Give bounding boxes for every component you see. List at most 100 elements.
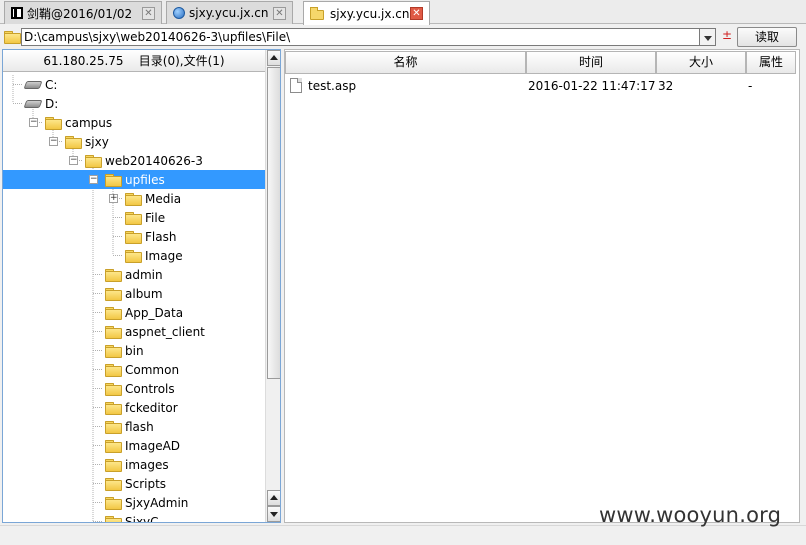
- table-row[interactable]: test.asp 2016-01-22 11:47:17 32 -: [286, 76, 796, 96]
- tab-label: sjxy.ycu.jx.cn: [189, 6, 269, 20]
- file-size: 32: [658, 79, 674, 93]
- tree-node-label: admin: [125, 267, 163, 282]
- tree-node-label: File: [145, 210, 166, 225]
- folder-icon: [125, 249, 142, 263]
- folder-icon: [105, 173, 122, 187]
- path-dropdown-button[interactable]: [700, 28, 716, 46]
- tree-node-label: C:: [45, 77, 58, 92]
- tree-node[interactable]: aspnet_client: [3, 322, 265, 341]
- folder-icon: [105, 363, 122, 377]
- folder-icon: [105, 382, 122, 396]
- tab-site-1[interactable]: sjxy.ycu.jx.cn ✕: [166, 1, 293, 24]
- tree-node-label: campus: [65, 115, 113, 130]
- tree-node[interactable]: ImageAD: [3, 436, 265, 455]
- close-icon[interactable]: ✕: [410, 7, 423, 20]
- drive-icon: [23, 80, 43, 89]
- tree-node-label: images: [125, 457, 169, 472]
- tree-node-label: album: [125, 286, 163, 301]
- column-name[interactable]: 名称: [285, 51, 526, 74]
- globe-icon: [173, 7, 185, 19]
- tree-node[interactable]: campus: [3, 113, 265, 132]
- folder-icon: [105, 325, 122, 339]
- window-icon: [11, 7, 23, 19]
- folder-icon: [105, 458, 122, 472]
- folder-icon: [65, 135, 82, 149]
- tree-node-label: D:: [45, 96, 59, 111]
- tree-node[interactable]: upfiles: [3, 170, 265, 189]
- tree-node[interactable]: Controls: [3, 379, 265, 398]
- tree-node[interactable]: fckeditor: [3, 398, 265, 417]
- tree-node-label: ImageAD: [125, 438, 181, 453]
- directory-tree: C: D: campus − sjxy − web20140626-3− upfiles − Me…: [3, 75, 265, 523]
- folder-icon: [125, 211, 142, 225]
- tree-node[interactable]: SjxyAdmin: [3, 493, 265, 512]
- tree-node[interactable]: File: [3, 208, 265, 227]
- tree-node-label: flash: [125, 419, 154, 434]
- tree-node[interactable]: sjxy: [3, 132, 265, 151]
- tree-node[interactable]: admin: [3, 265, 265, 284]
- tree-node-label: aspnet_client: [125, 324, 205, 339]
- tree-node[interactable]: D:: [3, 94, 265, 113]
- tree-node[interactable]: Flash: [3, 227, 265, 246]
- expand-icon[interactable]: +: [109, 194, 118, 203]
- toggle-plus-minus[interactable]: ±: [722, 28, 732, 42]
- tab-bar: 剑鞘@2016/01/02 ✕ sjxy.ycu.jx.cn ✕ sjxy.yc…: [0, 0, 806, 25]
- column-time[interactable]: 时间: [526, 51, 656, 74]
- folder-icon: [105, 496, 122, 510]
- tree-node[interactable]: Common: [3, 360, 265, 379]
- tab-webshell-note[interactable]: 剑鞘@2016/01/02 ✕: [4, 1, 162, 24]
- tree-scrollbar[interactable]: [265, 50, 280, 522]
- scroll-up-button[interactable]: [267, 490, 280, 506]
- tree-node-label: fckeditor: [125, 400, 178, 415]
- collapse-icon[interactable]: −: [89, 175, 98, 184]
- scroll-thumb[interactable]: [267, 67, 280, 379]
- scroll-up-button[interactable]: [267, 50, 280, 66]
- path-input[interactable]: [21, 28, 700, 46]
- scroll-down-button[interactable]: [267, 506, 280, 522]
- tree-node[interactable]: App_Data: [3, 303, 265, 322]
- tree-node[interactable]: web20140626-3: [3, 151, 265, 170]
- collapse-icon[interactable]: −: [29, 118, 38, 127]
- file-attributes: -: [748, 79, 753, 93]
- tree-node[interactable]: images: [3, 455, 265, 474]
- address-bar: ± 读取: [0, 25, 806, 49]
- tree-node-label: Media: [145, 191, 182, 206]
- watermark: www.wooyun.org: [599, 503, 782, 527]
- tree-node-label: Flash: [145, 229, 177, 244]
- folder-icon: [105, 515, 122, 522]
- read-button[interactable]: 读取: [737, 27, 797, 47]
- tree-node-label: upfiles: [125, 172, 165, 187]
- file-name: test.asp: [308, 79, 357, 93]
- tree-node[interactable]: Image: [3, 246, 265, 265]
- drive-icon: [23, 99, 43, 108]
- tree-node[interactable]: flash: [3, 417, 265, 436]
- status-bar: [0, 525, 806, 545]
- close-icon[interactable]: ✕: [273, 7, 286, 20]
- tree-node-label: web20140626-3: [105, 153, 203, 168]
- directory-tree-pane: 61.180.25.75 目录(0),文件(1) C: D: campus − sjxy…: [2, 49, 281, 523]
- tree-node[interactable]: SjxyC...: [3, 512, 265, 523]
- tab-site-file-manager[interactable]: sjxy.ycu.jx.cn ✕: [303, 1, 430, 25]
- collapse-icon[interactable]: −: [49, 137, 58, 146]
- tree-node-label: Common: [125, 362, 180, 377]
- close-icon[interactable]: ✕: [142, 7, 155, 20]
- tree-node-label: SjxyC...: [125, 514, 170, 523]
- tree-node-label: SjxyAdmin: [125, 495, 189, 510]
- column-size[interactable]: 大小: [656, 51, 746, 74]
- collapse-icon[interactable]: −: [69, 156, 78, 165]
- file-time: 2016-01-22 11:47:17: [528, 79, 656, 93]
- folder-icon: [105, 401, 122, 415]
- folder-icon: [105, 287, 122, 301]
- folder-icon: [45, 116, 62, 130]
- folder-icon: [105, 344, 122, 358]
- tree-node[interactable]: bin: [3, 341, 265, 360]
- folder-icon: [125, 192, 142, 206]
- tree-node[interactable]: Media: [3, 189, 265, 208]
- tree-node[interactable]: album: [3, 284, 265, 303]
- folder-icon: [105, 306, 122, 320]
- tree-node[interactable]: Scripts: [3, 474, 265, 493]
- folder-icon: [105, 268, 122, 282]
- tree-node-label: Controls: [125, 381, 175, 396]
- column-attributes[interactable]: 属性: [746, 51, 796, 74]
- tree-node[interactable]: C:: [3, 75, 265, 94]
